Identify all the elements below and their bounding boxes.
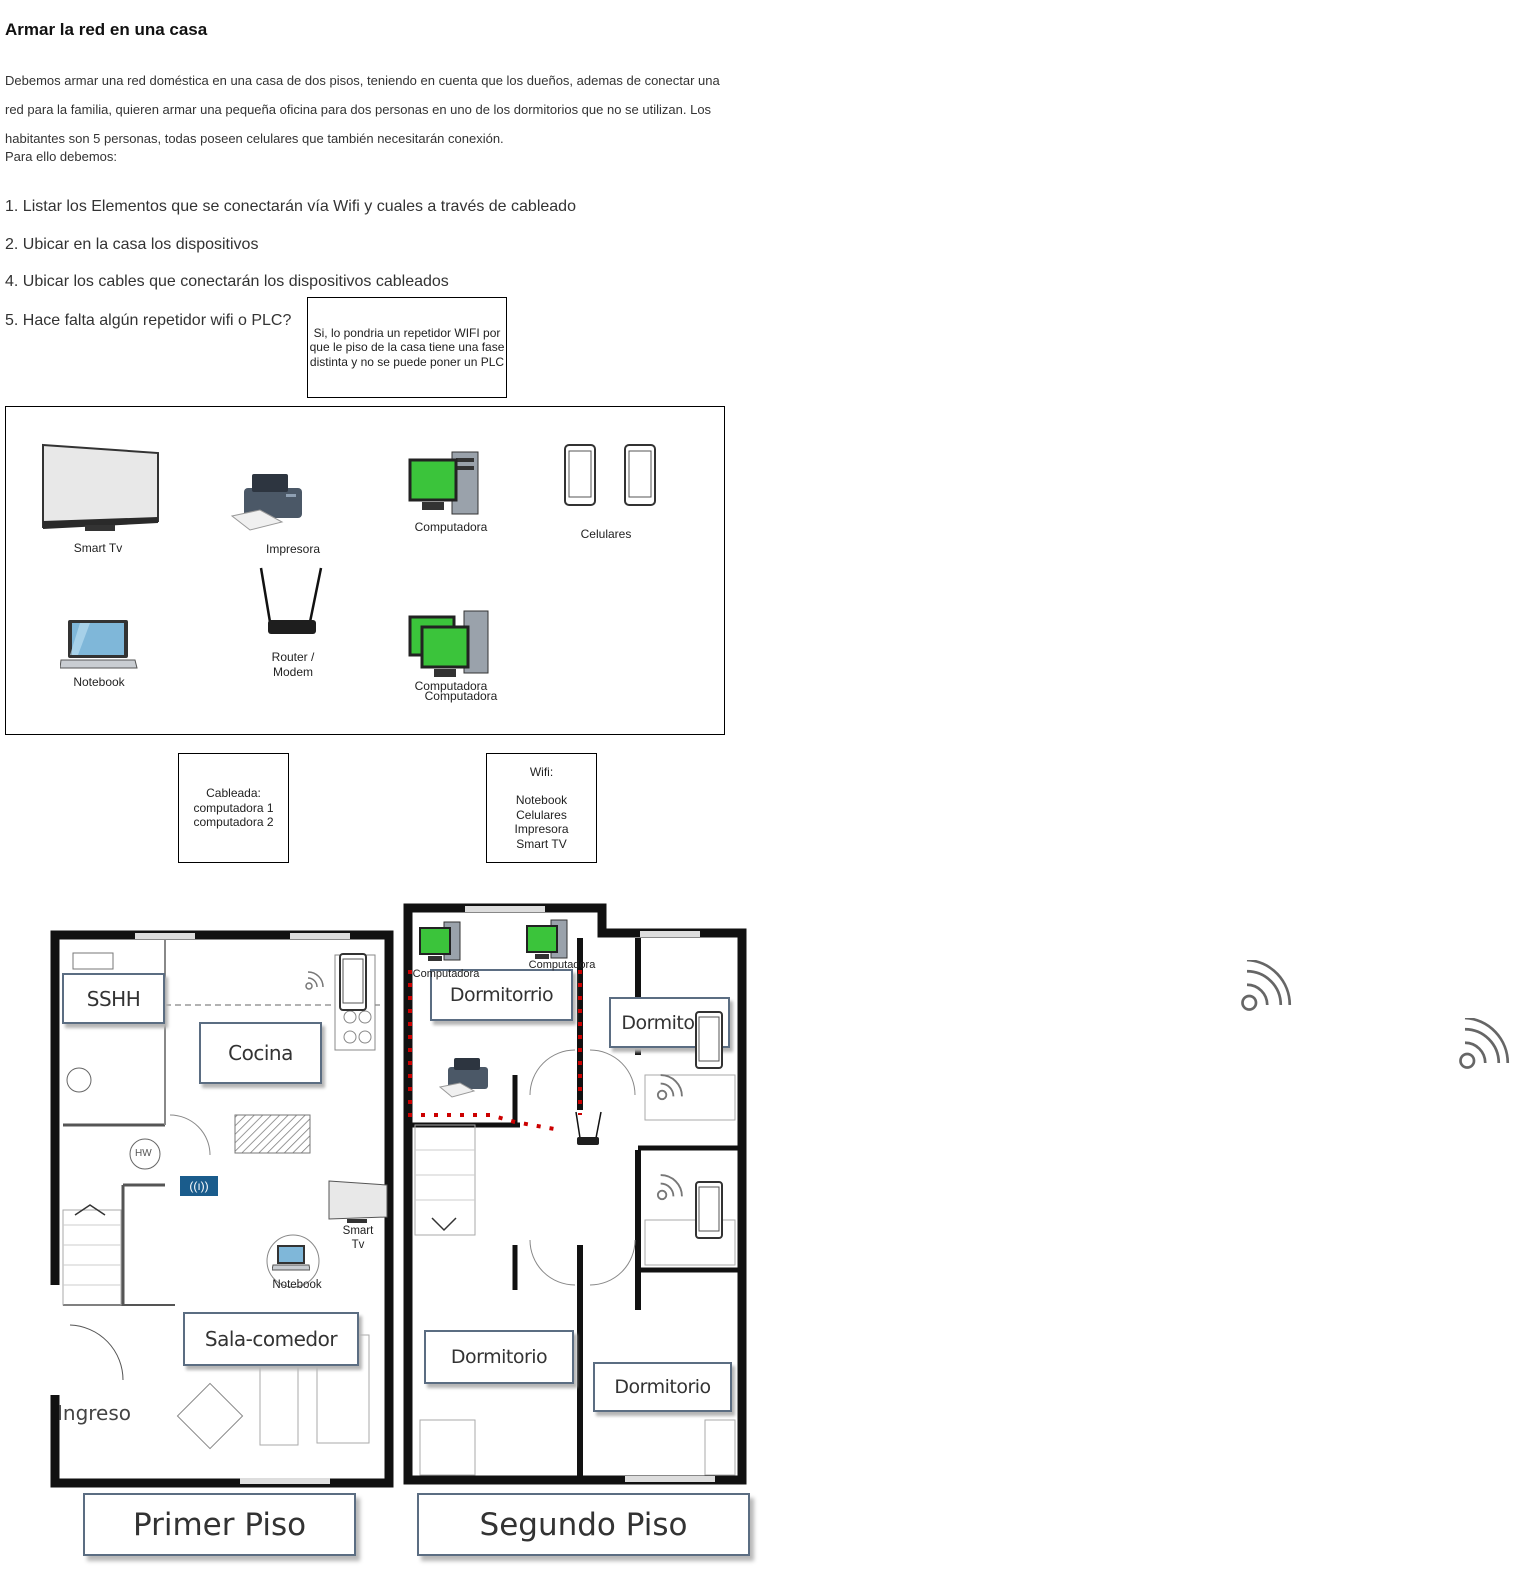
second-floor-title: Segundo Piso	[417, 1493, 750, 1556]
task-5: 5. Hace falta algún repetidor wifi o PLC…	[5, 312, 292, 329]
smart-tv-icon	[42, 443, 159, 531]
room-dormitorio-sw: Dormitorio	[424, 1330, 574, 1384]
wifi-signal-icon	[1459, 1018, 1510, 1069]
router-icon	[575, 1111, 602, 1145]
smart-tv-plan-line: Smart	[342, 1225, 374, 1237]
phones-label: Celulares	[580, 527, 632, 541]
pc2-label: Computadora	[528, 959, 596, 971]
phone-icon	[339, 953, 367, 1011]
computer-label-b: Computadora	[424, 689, 498, 703]
router-icon	[259, 567, 323, 634]
wifi-box: Wifi: Notebook Celulares Impresora Smart…	[486, 753, 597, 863]
intro-line: Debemos armar una red doméstica en una c…	[5, 73, 720, 88]
pc1-label: Computadora	[412, 968, 480, 980]
room-sala-comedor: Sala-comedor	[183, 1312, 359, 1366]
smart-tv-icon	[328, 1180, 388, 1223]
printer-label: Impresora	[265, 542, 321, 556]
notebook-label: Notebook	[73, 675, 125, 689]
wifi-line: Celulares	[516, 807, 567, 822]
room-sshh: SSHH	[62, 973, 165, 1024]
first-floor-title: Primer Piso	[83, 1493, 356, 1556]
wifi-signal-icon	[656, 1174, 683, 1201]
wifi-signal-icon	[305, 971, 324, 990]
task-1: 1. Listar los Elementos que se conectará…	[5, 198, 576, 215]
wired-line: Cableada:	[206, 786, 261, 801]
smart-tv-plan-label: Smart Tv	[336, 1224, 380, 1252]
answer-line: que le piso de la casa tiene una fase	[309, 340, 505, 355]
smart-tv-label: Smart Tv	[73, 541, 123, 555]
router-label-line: Router /	[271, 650, 315, 664]
computer-label: Computadora	[414, 520, 488, 534]
router-label: Router / Modem	[253, 650, 333, 680]
answer-line: distinta y no se puede poner un PLC	[309, 354, 505, 369]
wifi-line: Smart TV	[516, 836, 567, 851]
phones-icon	[564, 444, 656, 506]
smart-tv-plan-line: Tv	[351, 1239, 365, 1251]
wired-line: computadora 1	[193, 800, 274, 815]
task-4: 4. Ubicar los cables que conectarán los …	[5, 273, 449, 290]
wifi-line: Notebook	[515, 793, 568, 808]
wired-box: Cableada: computadora 1 computadora 2	[178, 753, 289, 863]
wifi-heading: Wifi:	[529, 764, 554, 779]
room-ingreso: Ingreso	[57, 1401, 132, 1425]
room-dormitorio-se: Dormitorio	[593, 1362, 732, 1412]
intro-line: red para la familia, quieren armar una p…	[5, 102, 712, 117]
wifi-signal-icon	[656, 1074, 683, 1101]
wifi-signal-icon	[1241, 960, 1292, 1011]
answer-line: Si, lo pondria un repetidor WIFI por	[313, 325, 501, 340]
printer-icon	[438, 1058, 488, 1098]
wifi-line: Impresora	[514, 822, 569, 837]
router-label-line: Modem	[272, 665, 313, 679]
notebook-icon	[60, 620, 138, 669]
task-2: 2. Ubicar en la casa los dispositivos	[5, 236, 259, 253]
notebook-plan-label: Notebook	[272, 1279, 322, 1291]
room-cocina: Cocina	[199, 1022, 322, 1084]
wired-line: computadora 2	[193, 815, 274, 830]
phone-icon	[695, 1181, 723, 1239]
printer-icon	[230, 474, 302, 531]
intro-paragraph: Debemos armar una red doméstica en una c…	[5, 66, 780, 165]
computer-icon	[419, 921, 461, 961]
computers-icon	[408, 610, 489, 677]
hw-label: HW	[135, 1148, 152, 1159]
computer-icon	[408, 451, 479, 515]
answer-note: Si, lo pondria un repetidor WIFI por que…	[307, 297, 507, 398]
phone-icon	[695, 1011, 723, 1069]
notebook-icon	[272, 1245, 310, 1271]
wifi-repeater-icon: ((ı))	[180, 1176, 218, 1196]
page-title: Armar la red en una casa	[5, 20, 208, 39]
computer-icon	[526, 919, 568, 959]
